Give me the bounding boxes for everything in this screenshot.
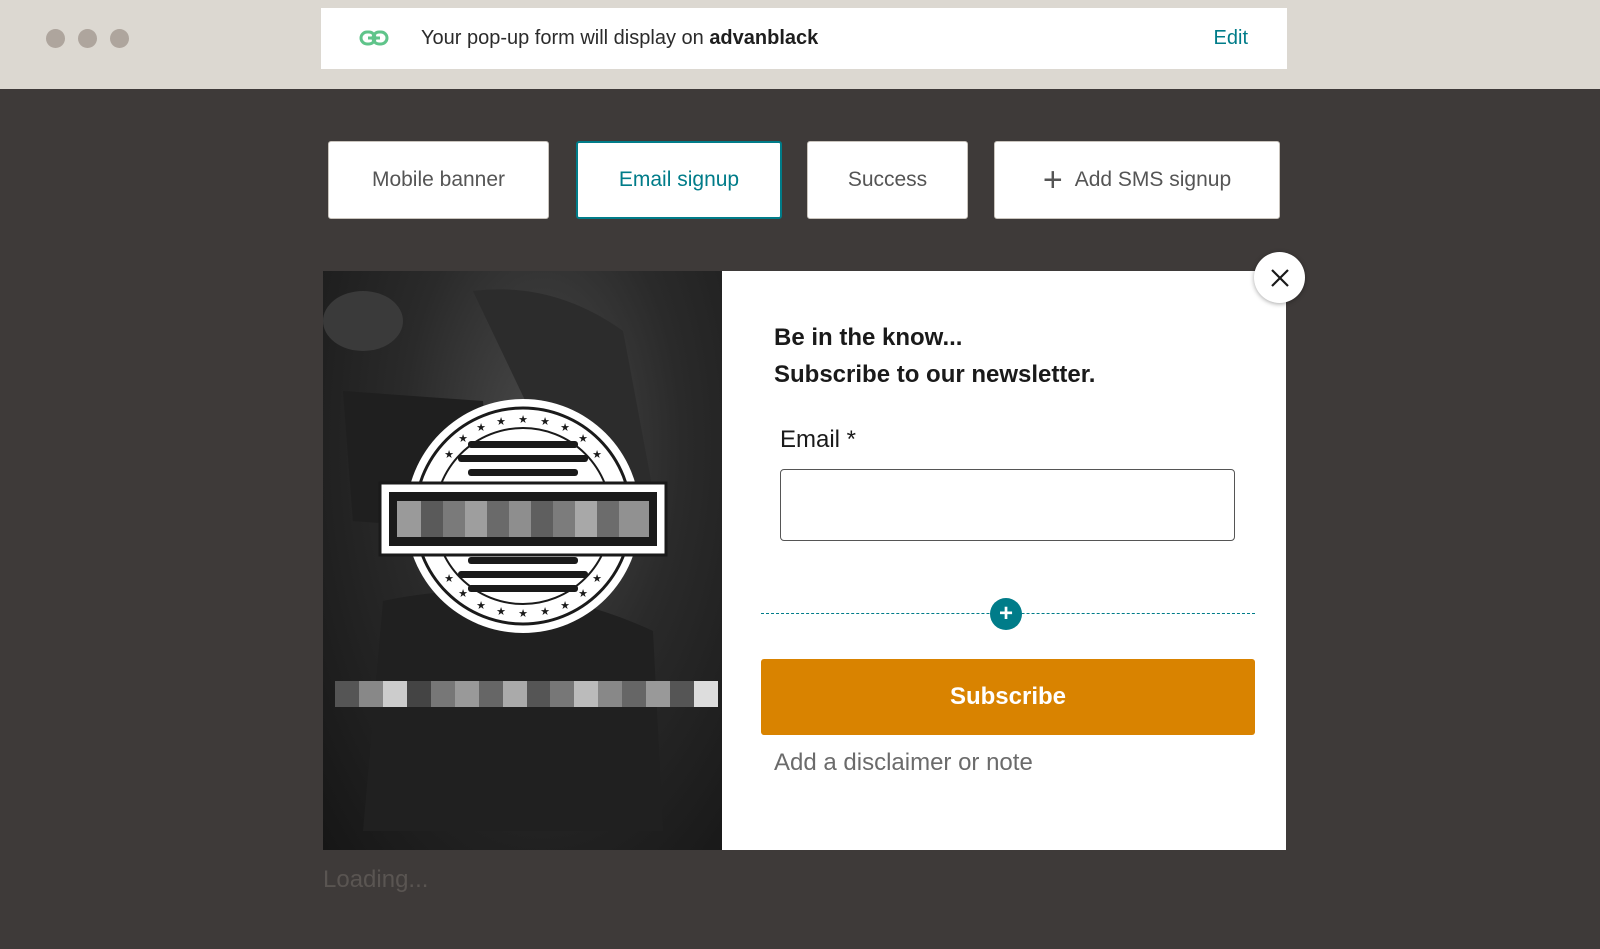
popup-image: ★ ★ ★ ★ ★ ★ ★ ★ ★ ★ ★ ★ ★ ★ ★ ★ ★ ★ bbox=[323, 271, 722, 850]
svg-text:★: ★ bbox=[444, 448, 454, 461]
svg-text:★: ★ bbox=[496, 605, 506, 618]
close-icon bbox=[1270, 268, 1289, 287]
link-icon bbox=[359, 30, 389, 46]
plus-icon: + bbox=[1042, 161, 1063, 199]
tab-add-sms-signup[interactable]: + Add SMS signup bbox=[994, 141, 1280, 219]
window-close-dot[interactable] bbox=[46, 29, 65, 48]
heading-line-1: Be in the know... bbox=[774, 324, 963, 351]
edit-link[interactable]: Edit bbox=[1214, 27, 1248, 50]
browser-topbar: Your pop-up form will display on advanbl… bbox=[0, 0, 1600, 89]
svg-text:★: ★ bbox=[458, 432, 468, 445]
svg-text:★: ★ bbox=[496, 415, 506, 428]
plus-circle-icon[interactable]: + bbox=[990, 598, 1022, 630]
svg-text:★: ★ bbox=[578, 587, 588, 600]
tab-success[interactable]: Success bbox=[807, 141, 968, 219]
disclaimer-note[interactable]: Add a disclaimer or note bbox=[774, 749, 1033, 777]
svg-text:★: ★ bbox=[578, 432, 588, 445]
window-maximize-dot[interactable] bbox=[110, 29, 129, 48]
svg-text:★: ★ bbox=[592, 572, 602, 585]
svg-text:★: ★ bbox=[540, 415, 550, 428]
display-url-bar: Your pop-up form will display on advanbl… bbox=[321, 8, 1287, 69]
tab-label: Success bbox=[847, 168, 928, 191]
svg-text:★: ★ bbox=[592, 448, 602, 461]
tab-label: Mobile banner bbox=[371, 168, 506, 191]
display-url-text: Your pop-up form will display on advanbl… bbox=[421, 27, 818, 50]
signup-form: Be in the know... Subscribe to our newsl… bbox=[722, 271, 1286, 850]
tab-email-signup[interactable]: Email signup bbox=[576, 141, 782, 219]
svg-text:★: ★ bbox=[458, 587, 468, 600]
svg-text:★: ★ bbox=[518, 607, 528, 620]
svg-text:★: ★ bbox=[444, 572, 454, 585]
window-minimize-dot[interactable] bbox=[78, 29, 97, 48]
heading-line-2: Subscribe to our newsletter. bbox=[774, 361, 1096, 388]
email-field[interactable] bbox=[780, 469, 1235, 541]
popup-form-preview: ★ ★ ★ ★ ★ ★ ★ ★ ★ ★ ★ ★ ★ ★ ★ ★ ★ ★ Be i… bbox=[323, 271, 1286, 850]
display-url-prefix: Your pop-up form will display on bbox=[421, 27, 704, 49]
svg-text:★: ★ bbox=[518, 413, 528, 426]
close-button[interactable] bbox=[1254, 252, 1305, 303]
svg-text:★: ★ bbox=[476, 421, 486, 434]
svg-text:★: ★ bbox=[560, 599, 570, 612]
tab-label: Add SMS signup bbox=[1074, 168, 1232, 191]
form-heading[interactable]: Be in the know... Subscribe to our newsl… bbox=[774, 319, 1095, 393]
svg-text:★: ★ bbox=[476, 599, 486, 612]
brand-logo: ★ ★ ★ ★ ★ ★ ★ ★ ★ ★ ★ ★ ★ ★ ★ ★ ★ ★ bbox=[323, 289, 668, 831]
subscribe-button[interactable]: Subscribe bbox=[761, 659, 1255, 735]
svg-text:★: ★ bbox=[560, 421, 570, 434]
tab-label: Email signup bbox=[618, 168, 740, 191]
redacted-tagline bbox=[335, 681, 718, 707]
svg-text:★: ★ bbox=[540, 605, 550, 618]
loading-text: Loading... bbox=[323, 866, 429, 893]
tab-mobile-banner[interactable]: Mobile banner bbox=[328, 141, 549, 219]
email-label: Email * bbox=[780, 426, 857, 453]
display-url-site: advanblack bbox=[709, 27, 819, 49]
